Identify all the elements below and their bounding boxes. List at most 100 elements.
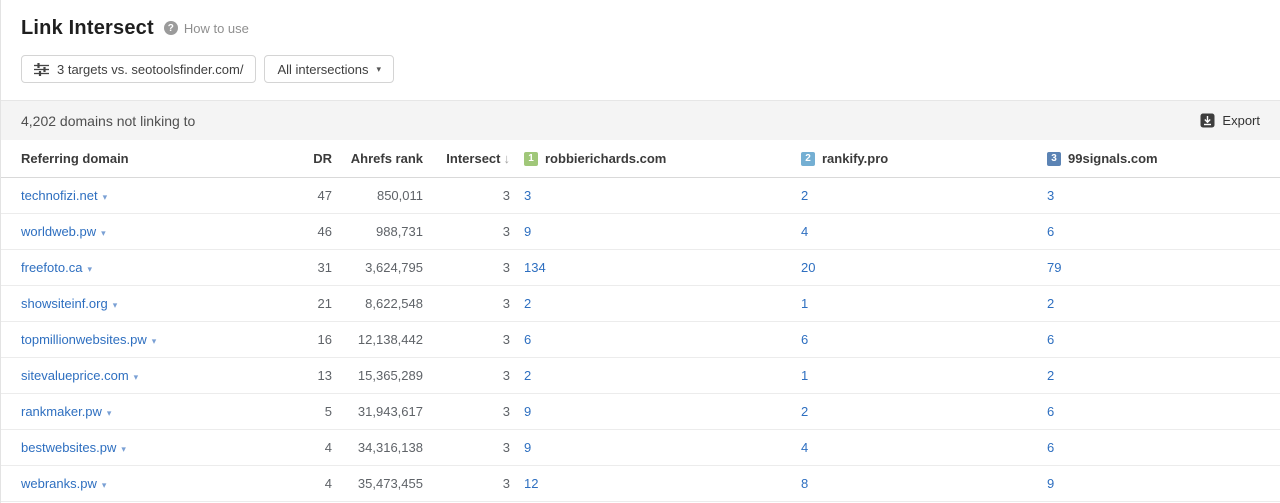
intersect-value: 3 (502, 224, 510, 239)
column-header-target-2[interactable]: 2 rankify.pro (801, 151, 1047, 166)
dr-value: 16 (317, 332, 332, 347)
dr-value: 46 (317, 224, 332, 239)
target3-backlink-count-link[interactable]: 9 (1047, 476, 1054, 491)
link-intersect-table: Referring domain DR Ahrefs rank Intersec… (1, 140, 1280, 502)
ahrefs-rank-value: 988,731 (376, 224, 423, 239)
table-body: technofizi.net ▾ 47 850,011 3 3 2 3 world… (1, 178, 1280, 502)
target-1-badge: 1 (524, 151, 538, 166)
intersect-value: 3 (502, 368, 510, 383)
target1-backlink-count-link[interactable]: 3 (524, 188, 531, 203)
target3-backlink-count-link[interactable]: 6 (1047, 332, 1054, 347)
table-row: rankmaker.pw ▾ 5 31,943,617 3 9 2 6 (1, 394, 1280, 430)
target1-backlink-count-link[interactable]: 2 (524, 368, 531, 383)
intersect-value: 3 (502, 332, 510, 347)
column-header-target-1[interactable]: 1 robbierichards.com (510, 151, 801, 166)
ahrefs-rank-value: 3,624,795 (365, 260, 423, 275)
how-to-use-link[interactable]: ? How to use (163, 20, 249, 36)
chevron-down-icon[interactable]: ▾ (152, 336, 157, 346)
dr-value: 13 (317, 368, 332, 383)
dr-value: 4 (324, 440, 332, 455)
target2-backlink-count-link[interactable]: 4 (801, 224, 808, 239)
chevron-down-icon[interactable]: ▾ (102, 480, 107, 490)
intersect-value: 3 (502, 476, 510, 491)
target3-backlink-count-link[interactable]: 6 (1047, 440, 1054, 455)
target2-backlink-count-link[interactable]: 6 (801, 332, 808, 347)
table-row: bestwebsites.pw ▾ 4 34,316,138 3 9 4 6 (1, 430, 1280, 466)
column-header-ahrefs-rank[interactable]: Ahrefs rank (332, 151, 423, 166)
chevron-down-icon[interactable]: ▾ (113, 300, 118, 310)
chevron-down-icon[interactable]: ▾ (107, 408, 112, 418)
table-row: technofizi.net ▾ 47 850,011 3 3 2 3 (1, 178, 1280, 214)
sliders-icon (34, 62, 49, 76)
dr-value: 47 (317, 188, 332, 203)
ahrefs-rank-value: 15,365,289 (357, 368, 423, 383)
target2-backlink-count-link[interactable]: 2 (801, 188, 808, 203)
target1-backlink-count-link[interactable]: 9 (524, 404, 531, 419)
dr-value: 31 (317, 260, 332, 275)
table-row: showsiteinf.org ▾ 21 8,622,548 3 2 1 2 (1, 286, 1280, 322)
chevron-down-icon[interactable]: ▾ (121, 444, 126, 454)
referring-domain-link[interactable]: technofizi.net (21, 188, 98, 203)
target2-backlink-count-link[interactable]: 1 (801, 296, 808, 311)
referring-domain-link[interactable]: bestwebsites.pw (21, 440, 116, 455)
referring-domain-link[interactable]: sitevalueprice.com (21, 368, 129, 383)
referring-domain-link[interactable]: showsiteinf.org (21, 296, 108, 311)
referring-domain-link[interactable]: topmillionwebsites.pw (21, 332, 147, 347)
target3-backlink-count-link[interactable]: 2 (1047, 296, 1054, 311)
how-to-use-label: How to use (183, 20, 249, 36)
target2-backlink-count-link[interactable]: 8 (801, 476, 808, 491)
chevron-down-icon[interactable]: ▾ (87, 264, 92, 274)
intersections-dropdown[interactable]: All intersections ▾ (264, 55, 395, 83)
target2-backlink-count-link[interactable]: 4 (801, 440, 808, 455)
column-header-dr[interactable]: DR (296, 151, 332, 166)
page-header: Link Intersect ? How to use 3 targets vs… (1, 0, 1280, 83)
target-3-badge: 3 (1047, 151, 1061, 166)
target1-backlink-count-link[interactable]: 9 (524, 440, 531, 455)
target3-backlink-count-link[interactable]: 2 (1047, 368, 1054, 383)
table-row: worldweb.pw ▾ 46 988,731 3 9 4 6 (1, 214, 1280, 250)
target3-backlink-count-link[interactable]: 6 (1047, 224, 1054, 239)
chevron-down-icon[interactable]: ▾ (103, 192, 108, 202)
target1-backlink-count-link[interactable]: 12 (524, 476, 538, 491)
dr-value: 4 (324, 476, 332, 491)
toolbar: 3 targets vs. seotoolsfinder.com/ All in… (21, 55, 1260, 83)
target-3-domain-label: 99signals.com (1068, 151, 1158, 166)
target-2-badge: 2 (801, 151, 815, 166)
target1-backlink-count-link[interactable]: 9 (524, 224, 531, 239)
target3-backlink-count-link[interactable]: 79 (1047, 260, 1061, 275)
target2-backlink-count-link[interactable]: 20 (801, 260, 815, 275)
target1-backlink-count-link[interactable]: 134 (524, 260, 546, 275)
column-header-intersect[interactable]: Intersect ↓ (423, 151, 510, 166)
table-row: topmillionwebsites.pw ▾ 16 12,138,442 3 6… (1, 322, 1280, 358)
referring-domain-link[interactable]: freefoto.ca (21, 260, 82, 275)
intersect-value: 3 (502, 296, 510, 311)
referring-domain-link[interactable]: worldweb.pw (21, 224, 96, 239)
targets-button-label: 3 targets vs. seotoolsfinder.com/ (57, 61, 244, 77)
target2-backlink-count-link[interactable]: 1 (801, 368, 808, 383)
column-header-target-3[interactable]: 3 99signals.com (1047, 151, 1260, 166)
target3-backlink-count-link[interactable]: 3 (1047, 188, 1054, 203)
referring-domain-link[interactable]: rankmaker.pw (21, 404, 102, 419)
target1-backlink-count-link[interactable]: 2 (524, 296, 531, 311)
target-2-domain-label: rankify.pro (822, 151, 889, 166)
target2-backlink-count-link[interactable]: 2 (801, 404, 808, 419)
results-summary-bar: 4,202 domains not linking to Export (1, 100, 1280, 140)
chevron-down-icon[interactable]: ▾ (134, 372, 139, 382)
intersect-value: 3 (502, 188, 510, 203)
export-label: Export (1222, 113, 1260, 128)
chevron-down-icon: ▾ (376, 63, 382, 74)
table-row: sitevalueprice.com ▾ 13 15,365,289 3 2 1 … (1, 358, 1280, 394)
target1-backlink-count-link[interactable]: 6 (524, 332, 531, 347)
chevron-down-icon[interactable]: ▾ (101, 228, 106, 238)
column-header-referring-domain[interactable]: Referring domain (21, 151, 296, 166)
target3-backlink-count-link[interactable]: 6 (1047, 404, 1054, 419)
export-icon (1200, 113, 1215, 128)
export-button[interactable]: Export (1200, 113, 1260, 128)
intersect-value: 3 (502, 440, 510, 455)
intersect-value: 3 (502, 260, 510, 275)
table-row: freefoto.ca ▾ 31 3,624,795 3 134 20 79 (1, 250, 1280, 286)
dr-value: 5 (324, 404, 332, 419)
intersections-dropdown-label: All intersections (277, 61, 369, 77)
referring-domain-link[interactable]: webranks.pw (21, 476, 97, 491)
targets-settings-button[interactable]: 3 targets vs. seotoolsfinder.com/ (21, 55, 257, 83)
